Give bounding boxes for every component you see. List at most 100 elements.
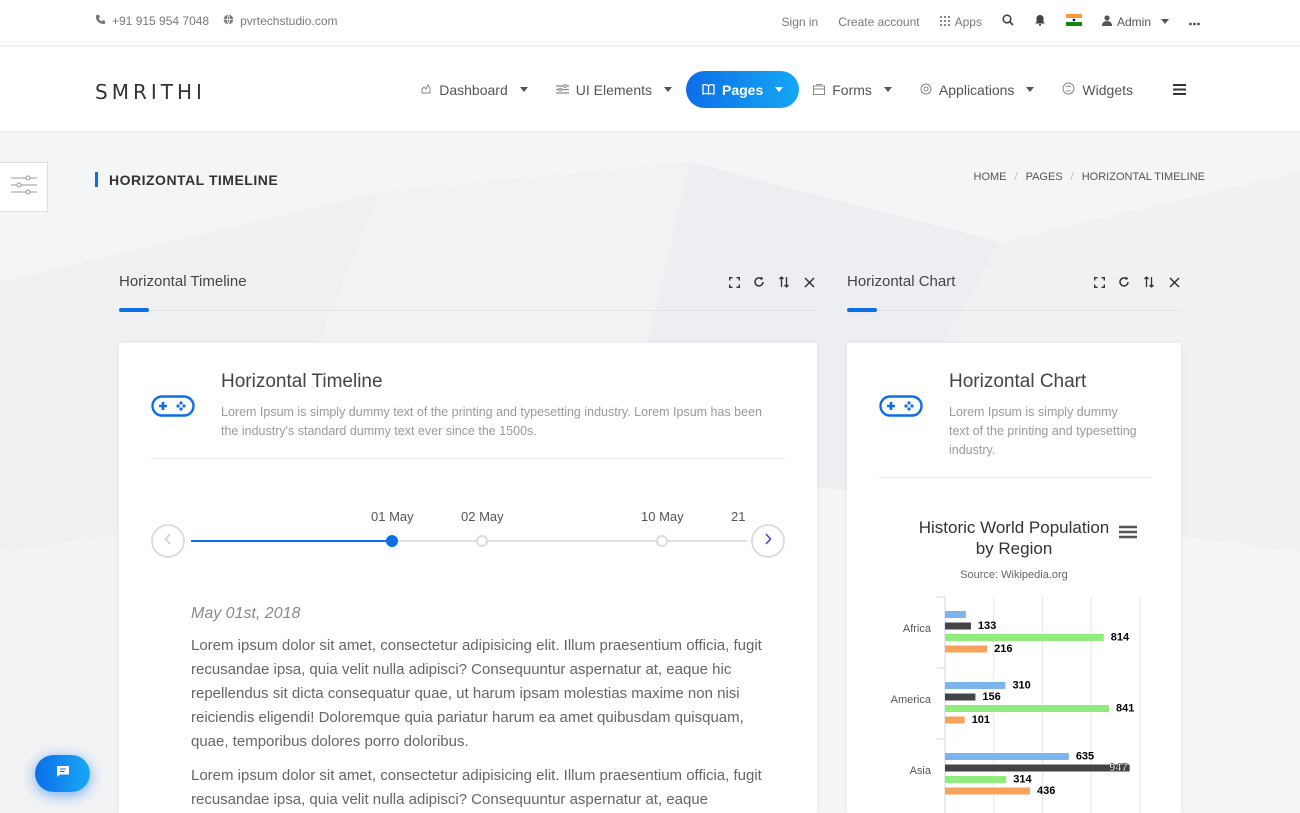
nav-pages-label: Pages xyxy=(722,81,764,98)
sign-in-link[interactable]: Sign in xyxy=(782,15,819,29)
timeline-prev-button[interactable] xyxy=(151,524,185,558)
nav-ui-elements-label: UI Elements xyxy=(575,81,652,98)
timeline-event-label[interactable]: 10 May xyxy=(641,509,684,524)
breadcrumb-separator: / xyxy=(1070,171,1074,183)
chart-bar xyxy=(945,645,988,653)
nav-applications[interactable]: Applications xyxy=(906,71,1049,108)
chart-bar xyxy=(945,693,976,701)
chart-data-label: 310 xyxy=(1012,680,1030,692)
menu-toggle-button[interactable] xyxy=(1159,71,1200,108)
apps-label: Apps xyxy=(954,14,982,29)
timeline-event-label[interactable]: 21 xyxy=(731,509,745,524)
card-title: Horizontal Timeline xyxy=(221,371,383,392)
chart-bar xyxy=(945,753,1069,760)
timeline-event-dot[interactable] xyxy=(476,535,488,547)
nav-applications-label: Applications xyxy=(938,81,1015,98)
contact-info: +91 915 954 7048 pvrtechstudio.com xyxy=(95,14,346,28)
timeline-selected-date: May 01st, 2018 xyxy=(191,605,301,622)
chart-bar xyxy=(945,611,966,618)
settings-panel-toggle[interactable] xyxy=(0,162,48,212)
section-accent xyxy=(847,308,877,312)
language-selector[interactable] xyxy=(1065,14,1082,29)
chevron-down-icon xyxy=(519,87,528,92)
nav-widgets[interactable]: Widgets xyxy=(1048,71,1147,108)
admin-label: Admin xyxy=(1116,14,1151,29)
grid-icon xyxy=(939,15,950,29)
timeline-next-button[interactable] xyxy=(751,524,785,558)
expand-icon[interactable] xyxy=(727,275,741,289)
chart-subtitle: Source: Wikipedia.org xyxy=(960,569,1068,581)
card-header: Horizontal Chart Lorem Ipsum is simply d… xyxy=(879,343,1149,478)
chart-data-label: 814 xyxy=(1111,632,1130,644)
chart-data-label: 436 xyxy=(1037,785,1055,797)
chart-export-menu[interactable] xyxy=(1119,525,1137,544)
chevron-left-icon xyxy=(164,532,172,550)
breadcrumb: HOME / PAGES / HORIZONTAL TIMELINE xyxy=(974,171,1205,183)
section-title: Horizontal Chart xyxy=(847,273,956,290)
book-icon xyxy=(702,82,715,98)
nav-forms[interactable]: Forms xyxy=(799,71,906,108)
card-header: Horizontal Timeline Lorem Ipsum is simpl… xyxy=(151,343,785,459)
forms-icon xyxy=(813,82,826,98)
chart-bar xyxy=(945,776,1007,783)
timeline-paragraph: Lorem ipsum dolor sit amet, consectetur … xyxy=(191,767,762,808)
nav-dashboard[interactable]: Dashboard xyxy=(406,71,542,108)
close-icon[interactable] xyxy=(802,275,816,289)
nav-widgets-label: Widgets xyxy=(1082,81,1133,98)
phone-icon xyxy=(95,14,106,28)
chart-bar xyxy=(945,787,1031,795)
hamburger-icon xyxy=(1119,525,1137,543)
breadcrumb-pages[interactable]: PAGES xyxy=(1026,171,1063,183)
nav-ui-elements[interactable]: UI Elements xyxy=(542,71,686,108)
main-header: SMRITHI Dashboard UI Elements Pages Form… xyxy=(0,47,1300,132)
more-options-button[interactable] xyxy=(1189,15,1200,29)
close-icon[interactable] xyxy=(1167,275,1181,289)
chart-data-label: 841 xyxy=(1116,703,1134,715)
timeline-event-label[interactable]: 01 May xyxy=(371,509,414,524)
card-title: Horizontal Chart xyxy=(949,371,1087,392)
chart-bar xyxy=(945,622,971,630)
page-title: HORIZONTAL TIMELINE xyxy=(95,172,278,188)
bell-icon xyxy=(1034,14,1046,29)
user-icon xyxy=(1101,14,1112,29)
gamepad-icon xyxy=(151,395,195,422)
gamepad-icon xyxy=(879,395,923,422)
applications-icon xyxy=(920,82,932,98)
main-nav: Dashboard UI Elements Pages Forms Applic… xyxy=(406,71,1200,108)
chart-bar xyxy=(945,716,965,724)
create-account-link[interactable]: Create account xyxy=(838,15,919,29)
chart-bar xyxy=(945,682,1006,689)
chat-button[interactable] xyxy=(35,755,90,792)
chart-bar xyxy=(945,634,1104,641)
expand-icon[interactable] xyxy=(1092,275,1106,289)
nav-pages[interactable]: Pages xyxy=(686,71,800,108)
refresh-icon[interactable] xyxy=(752,275,766,289)
ui-elements-icon xyxy=(555,82,569,98)
search-button[interactable] xyxy=(1002,14,1014,29)
chevron-down-icon xyxy=(1026,87,1035,92)
more-horizontal-icon xyxy=(1189,15,1200,29)
timeline-event-label[interactable]: 02 May xyxy=(461,509,504,524)
timeline-event-dot[interactable] xyxy=(656,535,668,547)
timeline-card: Horizontal Timeline Lorem Ipsum is simpl… xyxy=(119,343,817,813)
timeline-event-dot[interactable] xyxy=(386,535,398,547)
collapse-icon[interactable] xyxy=(777,275,791,289)
chart-data-label: 216 xyxy=(994,643,1012,655)
chart-card: Horizontal Chart Lorem Ipsum is simply d… xyxy=(847,343,1181,813)
breadcrumb-home[interactable]: HOME xyxy=(974,171,1007,183)
refresh-icon[interactable] xyxy=(1117,275,1131,289)
chevron-down-icon xyxy=(664,87,672,92)
admin-menu[interactable]: Admin xyxy=(1101,14,1169,29)
phone-number: +91 915 954 7048 xyxy=(112,14,210,28)
nav-dashboard-label: Dashboard xyxy=(439,81,508,98)
nav-forms-label: Forms xyxy=(832,81,872,98)
collapse-icon[interactable] xyxy=(1142,275,1156,289)
chevron-right-icon xyxy=(764,532,772,550)
logo[interactable]: SMRITHI xyxy=(95,80,206,104)
search-icon xyxy=(1002,14,1014,29)
apps-menu[interactable]: Apps xyxy=(939,14,982,29)
chevron-down-icon xyxy=(1161,19,1169,24)
notifications-button[interactable] xyxy=(1034,14,1046,29)
website-link[interactable]: pvrtechstudio.com xyxy=(240,14,337,28)
sliders-icon xyxy=(10,174,37,201)
